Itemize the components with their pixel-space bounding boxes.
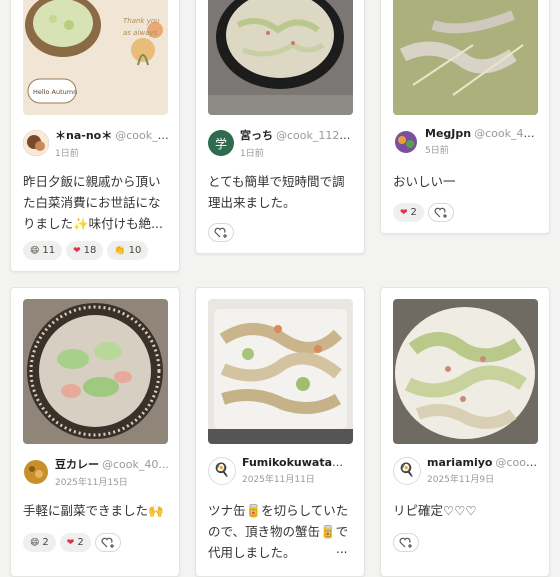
cooksnap-card[interactable]: MegJpn @cook_400... 5日前 おいしい一 ❤ 2: [380, 0, 550, 234]
chef-hat-icon: 🍳: [213, 463, 231, 478]
author-handle: ...: [346, 456, 356, 469]
comment-text: ツナ缶🥫を切らしていたので、頂き物の蟹缶🥫で代用しました。: [208, 503, 349, 560]
recipe-photo[interactable]: [393, 299, 538, 444]
add-reaction-button[interactable]: [393, 533, 419, 552]
heart-icon: ❤: [73, 245, 81, 256]
author-name[interactable]: 豆カレー: [55, 458, 99, 471]
post-date: 5日前: [425, 146, 449, 156]
comment-text: 昨日夕飯に親戚から頂いた白菜消費にお世話になりました✨味付けも絶...: [23, 174, 163, 231]
author-name[interactable]: 宮っち: [240, 129, 273, 142]
avatar[interactable]: [393, 128, 419, 155]
reactions: 😄 11 ❤ 18 👏 10: [23, 241, 149, 260]
reactions: ❤ 2: [393, 203, 454, 222]
author-handle: @cook_40...: [102, 458, 169, 471]
heart-plus-icon: [214, 227, 227, 238]
post-date: 1日前: [55, 149, 79, 159]
heart-plus-icon: [101, 537, 114, 548]
comment-text: 手軽に副菜できました🙌: [23, 503, 164, 518]
heart-plus-icon: [399, 537, 412, 548]
avatar[interactable]: 🍳: [208, 456, 236, 485]
post-date: 2025年11月11日: [242, 475, 315, 485]
author-handle: @cook_400...: [474, 127, 541, 140]
author-name[interactable]: Fumikokuwata: [242, 456, 343, 469]
author-handle: @cook_4...: [115, 129, 171, 142]
author-name[interactable]: ＊na-no＊: [55, 129, 112, 142]
author-row[interactable]: MegJpn @cook_400... 5日前: [393, 127, 541, 156]
add-reaction-button[interactable]: [208, 223, 234, 242]
author-row[interactable]: 🍳 mariamiyo@cook_... 2025年11月9日: [393, 456, 541, 485]
heart-plus-icon: [434, 207, 447, 218]
chef-hat-icon: 🍳: [398, 463, 416, 478]
cooksnap-card[interactable]: 豆カレー @cook_40... 2025年11月15日 手軽に副菜できました🙌 …: [10, 287, 180, 577]
avatar[interactable]: [23, 459, 49, 485]
author-row[interactable]: ＊na-no＊ @cook_4... 1日前: [23, 127, 171, 159]
reaction-heart[interactable]: ❤ 18: [66, 241, 104, 260]
read-more-ellipsis[interactable]: ...: [336, 542, 347, 556]
cooksnap-card[interactable]: Thank you as always Hello Autumn ＊na-no＊…: [10, 0, 180, 272]
photo-text-1: Thank you: [123, 17, 160, 25]
recipe-photo[interactable]: Thank you as always Hello Autumn: [23, 0, 168, 115]
reaction-count: 2: [410, 207, 417, 218]
photo-badge: Hello Autumn: [33, 88, 77, 96]
reactions: 😄 2 ❤ 2: [23, 533, 121, 552]
reaction-count: 18: [83, 245, 97, 256]
add-reaction-button[interactable]: [94, 533, 121, 552]
avatar[interactable]: [23, 130, 49, 156]
reaction-heart[interactable]: ❤ 2: [59, 533, 91, 552]
recipe-photo[interactable]: [208, 0, 353, 115]
reaction-count: 10: [128, 245, 142, 256]
avatar-initial: 学: [214, 136, 227, 151]
avatar[interactable]: 学: [208, 130, 234, 156]
author-handle: @cook_...: [495, 456, 541, 469]
recipe-photo[interactable]: [393, 0, 538, 115]
add-reaction-button[interactable]: [427, 203, 454, 222]
reaction-count: 2: [42, 537, 49, 548]
reaction-grin[interactable]: 😄 11: [23, 241, 63, 260]
grin-emoji-icon: 😄: [30, 537, 40, 548]
clap-icon: 👏: [114, 245, 126, 256]
comment-text: リピ確定♡♡♡: [393, 503, 477, 518]
author-row[interactable]: 🍳 Fumikokuwata... 2025年11月11日: [208, 456, 356, 485]
author-row[interactable]: 学 宮っち @cook_1121... 1日前: [208, 127, 356, 159]
post-date: 2025年11月9日: [427, 475, 495, 485]
reaction-count: 2: [77, 537, 84, 548]
author-name[interactable]: MegJpn: [425, 127, 471, 140]
post-date: 1日前: [240, 149, 264, 159]
post-date: 2025年11月15日: [55, 478, 128, 488]
recipe-photo[interactable]: [23, 299, 168, 444]
cooksnap-card[interactable]: 🍳 mariamiyo@cook_... 2025年11月9日 リピ確定♡♡♡: [380, 287, 550, 577]
reaction-grin[interactable]: 😄 2: [23, 533, 56, 552]
avatar[interactable]: 🍳: [393, 456, 421, 485]
reactions: [393, 533, 419, 552]
author-row[interactable]: 豆カレー @cook_40... 2025年11月15日: [23, 456, 171, 488]
heart-icon: ❤: [66, 537, 75, 548]
recipe-photo[interactable]: [208, 299, 353, 444]
author-name[interactable]: mariamiyo: [427, 456, 492, 469]
comment-text: とても簡単で短時間で調理出来ました。: [208, 174, 345, 210]
reaction-clap[interactable]: 👏 10: [107, 241, 149, 260]
reactions: [208, 223, 234, 242]
reaction-count: 11: [42, 245, 56, 256]
cooksnap-card[interactable]: 学 宮っち @cook_1121... 1日前 とても簡単で短時間で調理出来ました…: [195, 0, 365, 254]
photo-text-2: as always: [123, 29, 158, 37]
cooksnap-card[interactable]: 🍳 Fumikokuwata... 2025年11月11日 ツナ缶🥫を切らしてい…: [195, 287, 365, 577]
heart-icon: ❤: [400, 207, 408, 218]
reaction-heart[interactable]: ❤ 2: [393, 203, 424, 222]
author-handle: @cook_1121...: [276, 129, 356, 142]
grin-emoji-icon: 😄: [30, 245, 40, 256]
comment-text: おいしい一: [393, 174, 456, 189]
